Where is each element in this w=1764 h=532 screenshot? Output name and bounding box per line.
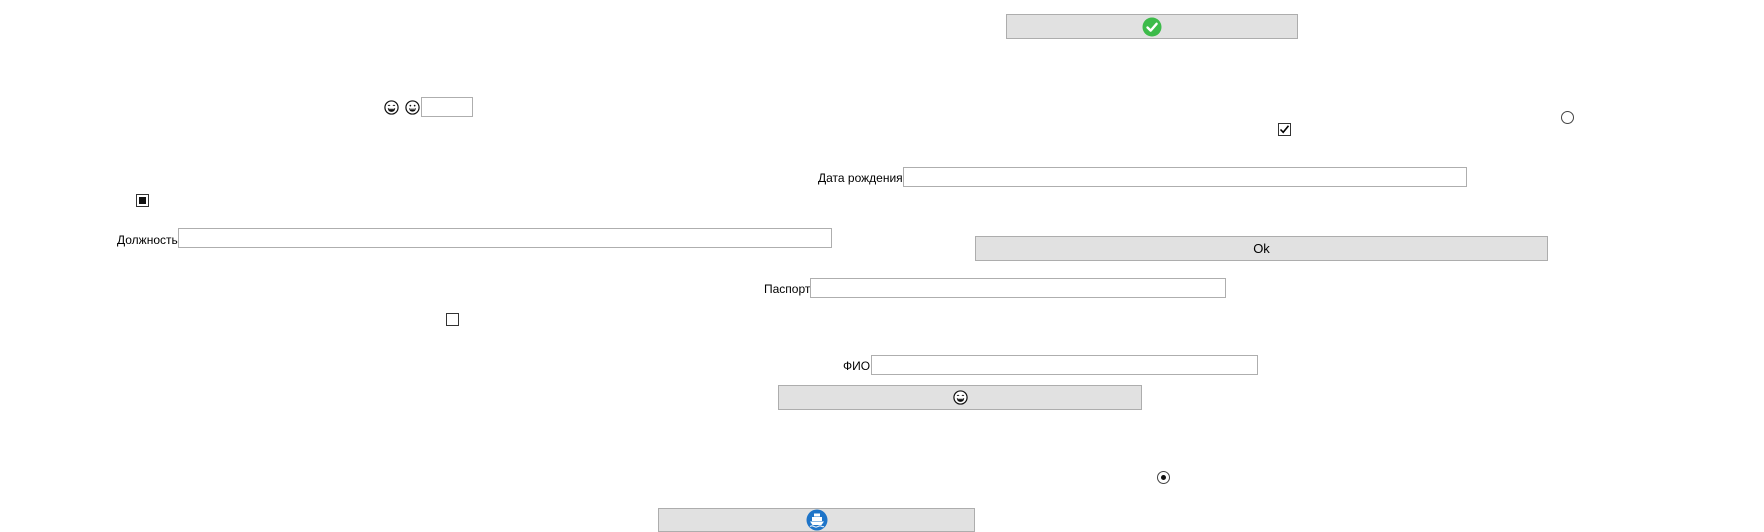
- ok-button[interactable]: Ok: [975, 236, 1548, 261]
- check-circle-icon: [1142, 17, 1162, 36]
- ship-icon: [806, 509, 827, 531]
- radio-dot-icon: [1161, 475, 1166, 480]
- confirm-check-button[interactable]: [1006, 14, 1298, 39]
- checkbox-indeterminate[interactable]: [136, 194, 149, 207]
- position-label: Должность: [117, 233, 178, 247]
- small-text-field[interactable]: [421, 97, 473, 117]
- passport-label: Паспорт: [764, 282, 811, 296]
- check-mark-icon: [1279, 125, 1290, 134]
- checkbox-unchecked[interactable]: [446, 313, 459, 326]
- radio-button-unselected[interactable]: [1561, 111, 1574, 124]
- laughing-face-icon: [384, 100, 399, 115]
- passport-field[interactable]: [810, 278, 1226, 298]
- ship-button[interactable]: [658, 508, 975, 532]
- emoji-button[interactable]: [778, 385, 1142, 410]
- birth-date-field[interactable]: [903, 167, 1467, 187]
- position-field[interactable]: [178, 228, 832, 248]
- checkbox-checked[interactable]: [1278, 123, 1291, 136]
- radio-button-selected[interactable]: [1157, 471, 1170, 484]
- grinning-face-icon: [405, 100, 420, 115]
- full-name-field[interactable]: [871, 355, 1258, 375]
- full-name-label: ФИО: [843, 359, 871, 373]
- laughing-face-icon: [952, 390, 968, 405]
- birth-date-label: Дата рождения: [818, 171, 903, 185]
- indeterminate-square-icon: [139, 197, 146, 204]
